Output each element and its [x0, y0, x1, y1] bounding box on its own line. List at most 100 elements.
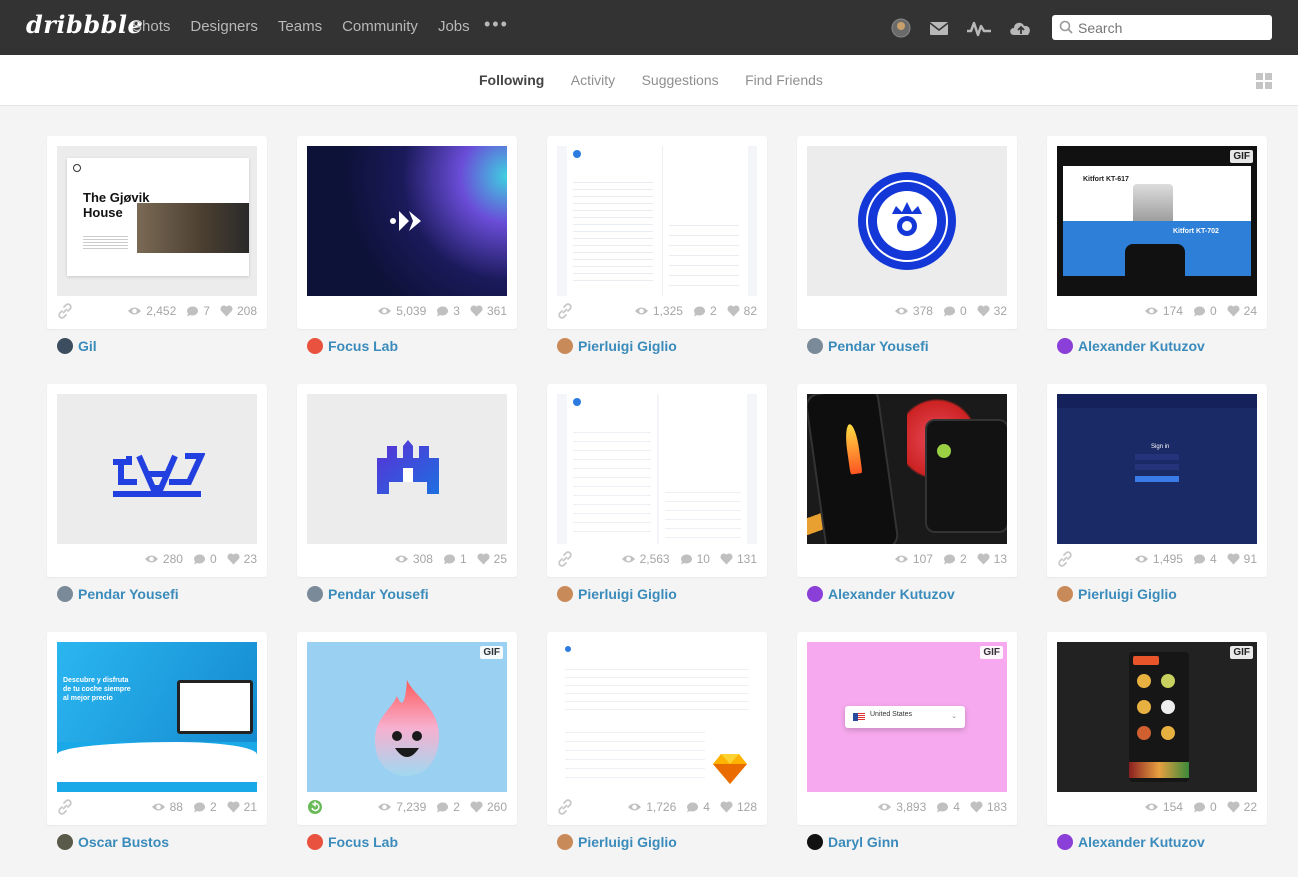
- avatar[interactable]: [57, 586, 73, 602]
- activity-icon[interactable]: [966, 17, 992, 39]
- comments-icon[interactable]: [1193, 801, 1206, 813]
- shot-thumbnail[interactable]: [57, 394, 257, 544]
- avatar[interactable]: [557, 586, 573, 602]
- avatar[interactable]: [807, 834, 823, 850]
- link-icon[interactable]: [57, 303, 73, 319]
- comments-icon[interactable]: [693, 305, 706, 317]
- dribbble-logo[interactable]: dribbble: [26, 10, 143, 39]
- author-name[interactable]: Pendar Yousefi: [78, 586, 179, 602]
- heart-icon[interactable]: [227, 553, 240, 565]
- nav-jobs[interactable]: Jobs: [438, 18, 470, 35]
- link-icon[interactable]: [57, 799, 73, 815]
- more-menu-icon[interactable]: •••: [484, 14, 509, 35]
- nav-designers[interactable]: Designers: [190, 18, 258, 35]
- author-name[interactable]: Pendar Yousefi: [828, 338, 929, 354]
- heart-icon[interactable]: [977, 305, 990, 317]
- shot-author[interactable]: Alexander Kutuzov: [807, 585, 955, 603]
- comments-icon[interactable]: [193, 553, 206, 565]
- shot-thumbnail[interactable]: Sign in: [1057, 394, 1257, 544]
- upload-icon[interactable]: [1008, 17, 1034, 39]
- link-icon[interactable]: [557, 303, 573, 319]
- shot-thumbnail[interactable]: [307, 146, 507, 296]
- avatar[interactable]: [1057, 586, 1073, 602]
- shot-thumbnail[interactable]: [307, 394, 507, 544]
- user-avatar-icon[interactable]: [890, 17, 912, 39]
- heart-icon[interactable]: [727, 305, 740, 317]
- shot-thumbnail[interactable]: United States ⌄ GIF: [807, 642, 1007, 792]
- shot-thumbnail[interactable]: GIF: [307, 642, 507, 792]
- shot-thumbnail[interactable]: [807, 146, 1007, 296]
- shot-thumbnail[interactable]: [807, 394, 1007, 544]
- avatar[interactable]: [557, 338, 573, 354]
- author-name[interactable]: Alexander Kutuzov: [1078, 338, 1205, 354]
- heart-icon[interactable]: [970, 801, 983, 813]
- avatar[interactable]: [307, 586, 323, 602]
- heart-icon[interactable]: [1227, 801, 1240, 813]
- shot-thumbnail[interactable]: [557, 394, 757, 544]
- shot-thumbnail[interactable]: Kitfort KT-617 Kitfort KT-702 GIF: [1057, 146, 1257, 296]
- shot-author[interactable]: Gil: [57, 337, 97, 355]
- mail-icon[interactable]: [928, 17, 950, 39]
- avatar[interactable]: [1057, 834, 1073, 850]
- author-name[interactable]: Focus Lab: [328, 834, 398, 850]
- shot-author[interactable]: Daryl Ginn: [807, 833, 899, 851]
- shot-author[interactable]: Pierluigi Giglio: [1057, 585, 1177, 603]
- shot-author[interactable]: Pendar Yousefi: [807, 337, 929, 355]
- avatar[interactable]: [807, 586, 823, 602]
- comments-icon[interactable]: [443, 553, 456, 565]
- link-icon[interactable]: [557, 799, 573, 815]
- avatar[interactable]: [1057, 338, 1073, 354]
- grid-view-icon[interactable]: [1256, 73, 1272, 89]
- tab-following[interactable]: Following: [479, 72, 544, 88]
- avatar[interactable]: [807, 338, 823, 354]
- shot-author[interactable]: Alexander Kutuzov: [1057, 833, 1205, 851]
- shot-author[interactable]: Oscar Bustos: [57, 833, 169, 851]
- tab-activity[interactable]: Activity: [571, 72, 615, 88]
- comments-icon[interactable]: [686, 801, 699, 813]
- avatar[interactable]: [557, 834, 573, 850]
- avatar[interactable]: [57, 834, 73, 850]
- heart-icon[interactable]: [470, 305, 483, 317]
- link-icon[interactable]: [557, 551, 573, 567]
- comments-icon[interactable]: [436, 801, 449, 813]
- shot-author[interactable]: Pierluigi Giglio: [557, 833, 677, 851]
- author-name[interactable]: Oscar Bustos: [78, 834, 169, 850]
- author-name[interactable]: Daryl Ginn: [828, 834, 899, 850]
- comments-icon[interactable]: [943, 305, 956, 317]
- heart-icon[interactable]: [1227, 305, 1240, 317]
- shot-author[interactable]: Focus Lab: [307, 833, 398, 851]
- author-name[interactable]: Focus Lab: [328, 338, 398, 354]
- author-name[interactable]: Pierluigi Giglio: [578, 338, 677, 354]
- heart-icon[interactable]: [220, 305, 233, 317]
- author-name[interactable]: Alexander Kutuzov: [1078, 834, 1205, 850]
- heart-icon[interactable]: [977, 553, 990, 565]
- comments-icon[interactable]: [1193, 305, 1206, 317]
- comments-icon[interactable]: [193, 801, 206, 813]
- shot-author[interactable]: Focus Lab: [307, 337, 398, 355]
- avatar[interactable]: [307, 834, 323, 850]
- tab-suggestions[interactable]: Suggestions: [642, 72, 719, 88]
- shot-thumbnail[interactable]: [557, 146, 757, 296]
- link-icon[interactable]: [1057, 551, 1073, 567]
- heart-icon[interactable]: [720, 553, 733, 565]
- avatar[interactable]: [57, 338, 73, 354]
- author-name[interactable]: Alexander Kutuzov: [828, 586, 955, 602]
- shot-author[interactable]: Pierluigi Giglio: [557, 337, 677, 355]
- shot-author[interactable]: Alexander Kutuzov: [1057, 337, 1205, 355]
- shot-author[interactable]: Pendar Yousefi: [57, 585, 179, 603]
- comments-icon[interactable]: [680, 553, 693, 565]
- heart-icon[interactable]: [477, 553, 490, 565]
- nav-teams[interactable]: Teams: [278, 18, 322, 35]
- avatar[interactable]: [307, 338, 323, 354]
- comments-icon[interactable]: [186, 305, 199, 317]
- heart-icon[interactable]: [470, 801, 483, 813]
- comments-icon[interactable]: [936, 801, 949, 813]
- heart-icon[interactable]: [720, 801, 733, 813]
- rebound-icon[interactable]: [307, 799, 323, 815]
- shot-thumbnail[interactable]: The Gjøvik House: [57, 146, 257, 296]
- author-name[interactable]: Pierluigi Giglio: [578, 586, 677, 602]
- shot-author[interactable]: Pendar Yousefi: [307, 585, 429, 603]
- author-name[interactable]: Pierluigi Giglio: [1078, 586, 1177, 602]
- author-name[interactable]: Pendar Yousefi: [328, 586, 429, 602]
- author-name[interactable]: Gil: [78, 338, 97, 354]
